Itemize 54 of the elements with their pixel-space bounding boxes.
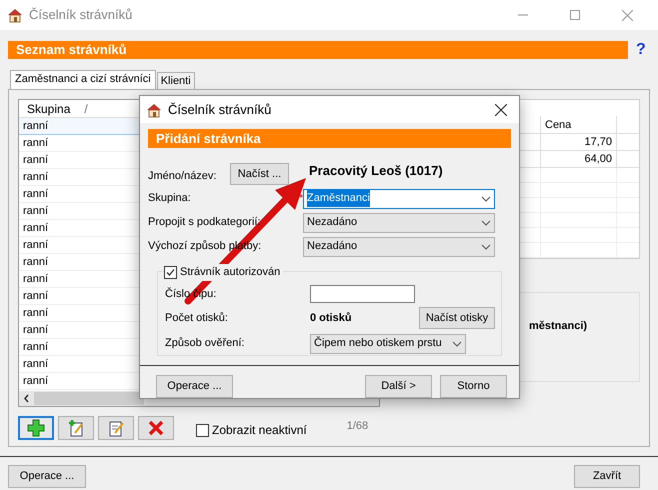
chevron-down-icon [452,340,462,346]
table-cell: 17,70 [541,134,617,150]
checkbox[interactable] [196,424,209,436]
add-copy-button[interactable] [58,416,94,440]
add-button[interactable] [18,416,54,440]
note-plus-icon [67,419,85,437]
prints-count: 0 otisků [310,310,353,326]
dialog-title: Číselník strávníků [168,100,272,119]
record-count: 1/68 [346,418,368,434]
scrollbar-thumb[interactable] [34,392,144,405]
checkbox-label: Zobrazit neaktivní [212,422,307,439]
chevron-down-icon [481,196,491,202]
column-header[interactable]: Skupina / [19,100,139,117]
edit-button[interactable] [98,416,134,440]
house-icon [146,102,162,118]
operations-button[interactable]: Operace ... [8,465,86,488]
house-icon [7,7,23,23]
dialog-header: Přidání strávníka [148,129,511,148]
load-button[interactable]: Načíst ... [230,163,289,185]
input-field[interactable] [310,285,415,303]
field-label: Propojit s podkategorií: [148,215,262,230]
tab[interactable]: Klienti [156,72,195,89]
note-pencil-icon [107,419,125,437]
delete-icon [148,420,164,436]
dropdown[interactable]: Nezadáno [303,236,495,256]
field-label: Jméno/název: [148,169,218,184]
load-prints-button[interactable]: Načíst otisky [419,307,495,329]
plus-icon [27,419,45,437]
checkbox[interactable] [164,266,177,279]
close-icon[interactable] [495,104,507,116]
chevron-down-icon [481,220,491,226]
close-button[interactable]: Zavřít [574,465,640,488]
employee-name: Pracovitý Leoš (1017) [309,162,443,180]
section-header: Seznam strávníků [8,41,628,59]
table-cell: 64,00 [541,150,617,167]
help-link[interactable]: ? [636,38,646,62]
field-label: Počet otisků: [165,310,229,326]
chevron-down-icon [481,244,491,250]
window-title: Číselník strávníků [29,6,132,24]
field-label: Způsob ověření: [165,336,246,352]
field-label: Skupina: [148,191,192,206]
dropdown[interactable]: Čipem nebo otiskem prstu [310,334,466,354]
maximize-icon[interactable] [570,10,580,20]
detail-text: městnanci) [529,320,588,332]
dropdown[interactable]: Zaměstnanci [303,188,495,208]
dropdown[interactable]: Nezadáno [303,212,495,232]
column-header[interactable]: Cena [541,116,617,133]
operations-button[interactable]: Operace ... [156,375,233,398]
checkbox-label: Strávník autorizován [180,265,280,280]
required-mark: * [298,192,303,206]
tab[interactable]: Zaměstnanci a cizí strávníci [10,70,156,89]
cancel-button[interactable]: Storno [440,375,507,398]
delete-button[interactable] [138,416,174,440]
next-button[interactable]: Další > [365,375,432,398]
